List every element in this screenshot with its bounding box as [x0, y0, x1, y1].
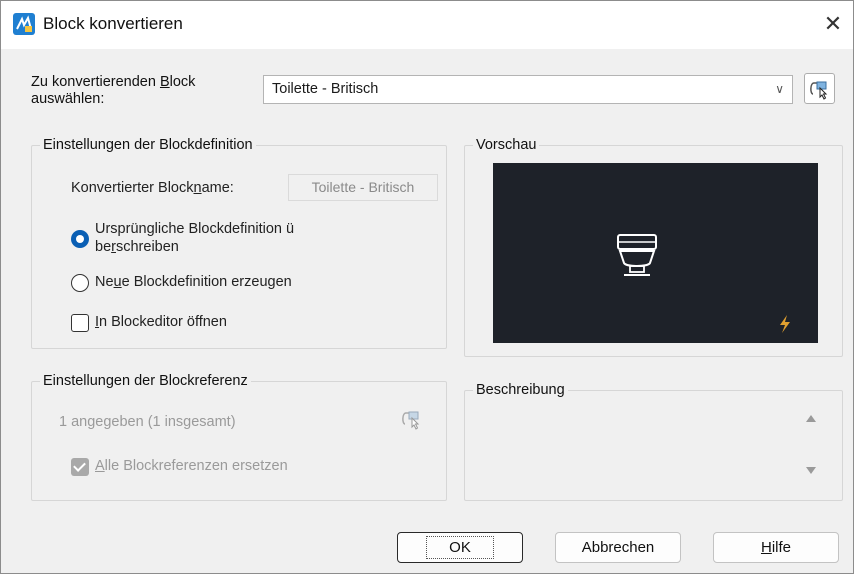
block-preview: [493, 163, 818, 343]
lightning-icon: [780, 315, 790, 333]
replace-all-references-label: Alle Blockreferenzen ersetzen: [95, 458, 288, 474]
overwrite-definition-label[interactable]: Ursprüngliche Blockdefinition ü berschre…: [95, 220, 294, 256]
select-block-button[interactable]: [804, 73, 835, 104]
chevron-down-icon[interactable]: ∨: [775, 76, 784, 103]
reference-settings-group: Einstellungen der Blockreferenz: [31, 372, 447, 501]
close-icon[interactable]: ✕: [819, 11, 847, 39]
help-button[interactable]: Hilfe: [713, 532, 839, 563]
preview-title: Vorschau: [473, 136, 540, 154]
select-objects-icon: [810, 81, 828, 100]
block-select-dropdown[interactable]: Toilette - Britisch ∨: [263, 75, 793, 104]
app-icon: [13, 13, 35, 35]
overwrite-definition-radio[interactable]: [71, 230, 89, 248]
reference-count-text: 1 angegeben (1 insgesamt): [59, 414, 236, 430]
convert-block-dialog: Block konvertieren ✕ Zu konvertierenden …: [0, 0, 854, 574]
replace-all-references-checkbox: [71, 458, 89, 476]
toilet-block-icon: [617, 234, 657, 276]
cancel-button[interactable]: Abbrechen: [555, 532, 681, 563]
scroll-up-icon[interactable]: [806, 415, 816, 422]
definition-settings-title: Einstellungen der Blockdefinition: [40, 136, 256, 154]
select-references-button: [396, 403, 428, 433]
scroll-down-icon[interactable]: [806, 467, 816, 474]
converted-name-label: Konvertierter Blockname:: [71, 180, 234, 196]
description-title: Beschreibung: [473, 381, 568, 399]
window-title: Block konvertieren: [43, 14, 183, 33]
new-definition-radio[interactable]: [71, 274, 89, 292]
new-definition-label[interactable]: Neue Blockdefinition erzeugen: [95, 274, 292, 290]
open-in-editor-checkbox[interactable]: [71, 314, 89, 332]
ok-button[interactable]: OK: [397, 532, 523, 563]
description-text: [476, 406, 796, 491]
reference-settings-title: Einstellungen der Blockreferenz: [40, 372, 251, 390]
open-in-editor-label[interactable]: In Blockeditor öffnen: [95, 314, 227, 330]
title-bar: Block konvertieren ✕: [1, 1, 853, 49]
block-select-value: Toilette - Britisch: [272, 81, 379, 97]
select-objects-icon: [402, 411, 420, 430]
converted-name-field: Toilette - Britisch: [288, 174, 438, 201]
block-select-label: Zu konvertierenden Block auswählen:: [31, 74, 196, 107]
